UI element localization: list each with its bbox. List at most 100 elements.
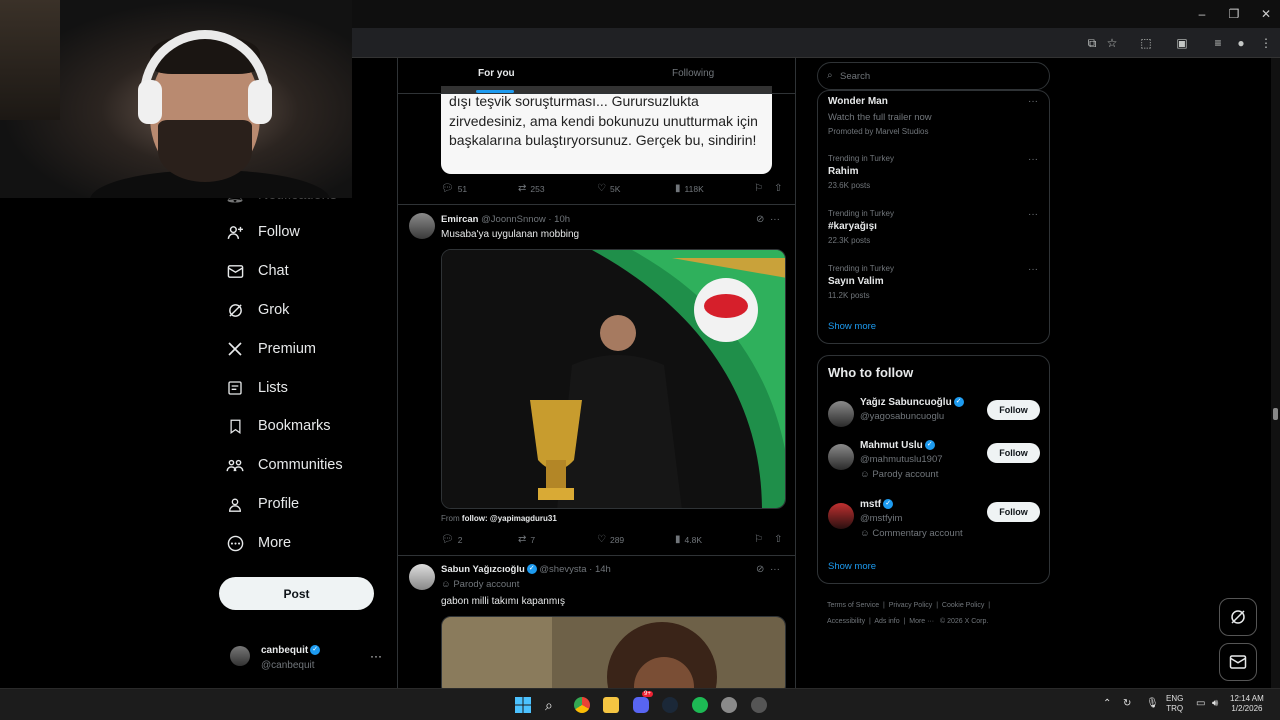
install-app-icon[interactable]: ⧉: [1084, 35, 1100, 51]
file-explorer-icon[interactable]: [603, 697, 619, 713]
follow-suggestion[interactable]: Yağız Sabuncuoğlu ✓ @yagosabuncuoglu Foll…: [828, 397, 1041, 441]
language-indicator[interactable]: ENG TRQ: [1166, 694, 1183, 714]
bookmark-button[interactable]: ⚐: [754, 183, 763, 194]
follow-button[interactable]: Follow: [987, 502, 1040, 522]
address-bar[interactable]: [352, 30, 1077, 56]
nav-item-lists[interactable]: Lists: [226, 375, 288, 401]
footer-link[interactable]: Terms of Service: [827, 602, 879, 609]
tab-for-you[interactable]: For you: [478, 68, 515, 79]
sync-icon[interactable]: ↻: [1123, 698, 1131, 709]
restore-button[interactable]: ❐: [1222, 6, 1246, 22]
trend-item[interactable]: Trending in Turkey Sayın Valim 11.2K pos…: [828, 264, 1038, 300]
footer-link[interactable]: Accessibility: [827, 618, 865, 625]
views-chart-icon: ▮: [675, 183, 681, 194]
tweet-image[interactable]: [441, 616, 786, 688]
search-icon[interactable]: ⌕: [545, 697, 561, 713]
nav-item-communities[interactable]: Communities: [226, 452, 343, 478]
chevron-up-icon[interactable]: ⌃: [1103, 698, 1111, 709]
nav-item-more[interactable]: More: [226, 530, 291, 556]
more-icon[interactable]: ···: [1028, 154, 1038, 165]
account-more-icon[interactable]: ···: [370, 649, 382, 663]
tab-following[interactable]: Following: [672, 68, 714, 79]
microphone-icon[interactable]: 🎙︎: [1146, 698, 1159, 709]
scrollbar-thumb[interactable]: [1273, 408, 1278, 420]
tweet-author-name[interactable]: Sabun Yağızcıoğlu: [441, 564, 525, 575]
profile-avatar-icon[interactable]: ●: [1233, 35, 1249, 51]
account-switcher[interactable]: canbequit ✓ @canbequit ···: [230, 643, 390, 673]
tweet-image[interactable]: [441, 249, 786, 509]
nav-item-profile[interactable]: Profile: [226, 491, 299, 517]
nav-item-chat[interactable]: Chat: [226, 258, 289, 284]
grok-icon[interactable]: ⊘: [756, 214, 764, 225]
close-window-button[interactable]: ✕: [1254, 6, 1278, 22]
repost-button[interactable]: ⇄ 7: [518, 534, 535, 545]
grok-float-button[interactable]: [1219, 598, 1257, 636]
reading-list-icon[interactable]: ≡: [1210, 35, 1226, 51]
footer-link[interactable]: Ads info: [874, 618, 899, 625]
follow-button[interactable]: Follow: [987, 443, 1040, 463]
search-input[interactable]: ⌕ Search: [817, 62, 1050, 90]
promoted-trend[interactable]: Wonder Man Watch the full trailer now Pr…: [828, 96, 1038, 136]
share-button[interactable]: ⇧: [774, 534, 782, 545]
footer-link[interactable]: Cookie Policy: [942, 602, 984, 609]
volume-icon[interactable]: 🔊︎: [1212, 698, 1218, 709]
views-button[interactable]: ▮ 118K: [675, 183, 704, 194]
clock[interactable]: 12:14 AM 1/2/2026: [1230, 694, 1264, 714]
more-icon[interactable]: ···: [770, 564, 780, 575]
windows-taskbar: ⌕ 9+ ⌃ ↻ 🎙︎ ENG TRQ ▭ 🔊︎ 12:14 AM 1/2/2026: [0, 688, 1280, 720]
more-icon[interactable]: ···: [1028, 264, 1038, 275]
steam-icon[interactable]: [662, 697, 678, 713]
nav-item-grok[interactable]: Grok: [226, 297, 289, 323]
more-icon[interactable]: ···: [770, 214, 780, 225]
messages-float-button[interactable]: [1219, 643, 1257, 681]
display-icon[interactable]: ▭: [1196, 698, 1205, 709]
share-button[interactable]: ⇧: [774, 183, 782, 194]
minimize-button[interactable]: –: [1190, 6, 1214, 22]
side-panel-icon[interactable]: ▣: [1174, 35, 1190, 51]
more-icon[interactable]: ···: [1028, 96, 1038, 107]
discord-icon[interactable]: 9+: [633, 691, 653, 713]
user-handle: @mstfyim: [860, 513, 903, 524]
user-handle: @mahmutuslu1907: [860, 454, 943, 465]
follow-suggestion[interactable]: mstf ✓ @mstfyim ☺ Commentary account Foll…: [828, 499, 1041, 543]
trend-item[interactable]: Trending in Turkey #karyağışı 22.3K post…: [828, 209, 1038, 245]
follow-suggestion[interactable]: Mahmut Uslu ✓ @mahmutuslu1907 ☺ Parody ac…: [828, 440, 1041, 484]
windows-start-icon[interactable]: [515, 697, 531, 713]
browser-menu-icon[interactable]: ⋮: [1258, 35, 1274, 51]
tweet-author-name[interactable]: Emircan: [441, 214, 479, 225]
trends-show-more-link[interactable]: Show more: [828, 321, 876, 332]
reply-button[interactable]: 💬︎ 51: [441, 183, 467, 194]
like-button[interactable]: ♡ 5K: [597, 183, 620, 194]
tweet-menu[interactable]: ⊘ ···: [756, 214, 780, 225]
page-scrollbar[interactable]: [1271, 58, 1280, 688]
repost-button[interactable]: ⇄ 253: [518, 183, 545, 194]
nav-item-follow[interactable]: Follow: [226, 219, 300, 245]
extensions-icon[interactable]: ⬚: [1138, 35, 1154, 51]
nav-item-bookmarks[interactable]: Bookmarks: [226, 413, 331, 439]
footer-link[interactable]: Privacy Policy: [889, 602, 933, 609]
repost-icon: ⇄: [518, 534, 527, 545]
views-button[interactable]: ▮ 4.8K: [675, 534, 702, 545]
avatar[interactable]: [409, 213, 435, 239]
post-button[interactable]: Post: [219, 577, 374, 610]
app-icon[interactable]: [751, 697, 767, 713]
trend-item[interactable]: Trending in Turkey Rahim 23.6K posts ···: [828, 154, 1038, 190]
grok-icon[interactable]: ⊘: [756, 564, 764, 575]
like-button[interactable]: ♡ 289: [597, 534, 624, 545]
spotify-icon[interactable]: [692, 697, 708, 713]
avatar[interactable]: [409, 564, 435, 590]
bookmark-star-icon[interactable]: ☆: [1104, 35, 1120, 51]
follow-button[interactable]: Follow: [987, 400, 1040, 420]
chrome-icon[interactable]: [574, 697, 590, 713]
reply-button[interactable]: 💬︎ 2: [441, 534, 462, 545]
bookmark-button[interactable]: ⚐: [754, 534, 763, 545]
tweet-menu[interactable]: ⊘ ···: [756, 564, 780, 575]
nav-item-premium[interactable]: Premium: [226, 336, 316, 362]
footer-link[interactable]: More ···: [909, 618, 934, 625]
quoted-image-text[interactable]: dışı teşvik soruşturması... Gurursuzlukt…: [441, 86, 772, 174]
from-account-link[interactable]: follow: @yapimagduru31: [462, 514, 557, 523]
follow-show-more-link[interactable]: Show more: [828, 561, 876, 572]
settings-gear-icon[interactable]: [721, 697, 737, 713]
person-add-icon: [226, 223, 244, 241]
more-icon[interactable]: ···: [1028, 209, 1038, 220]
